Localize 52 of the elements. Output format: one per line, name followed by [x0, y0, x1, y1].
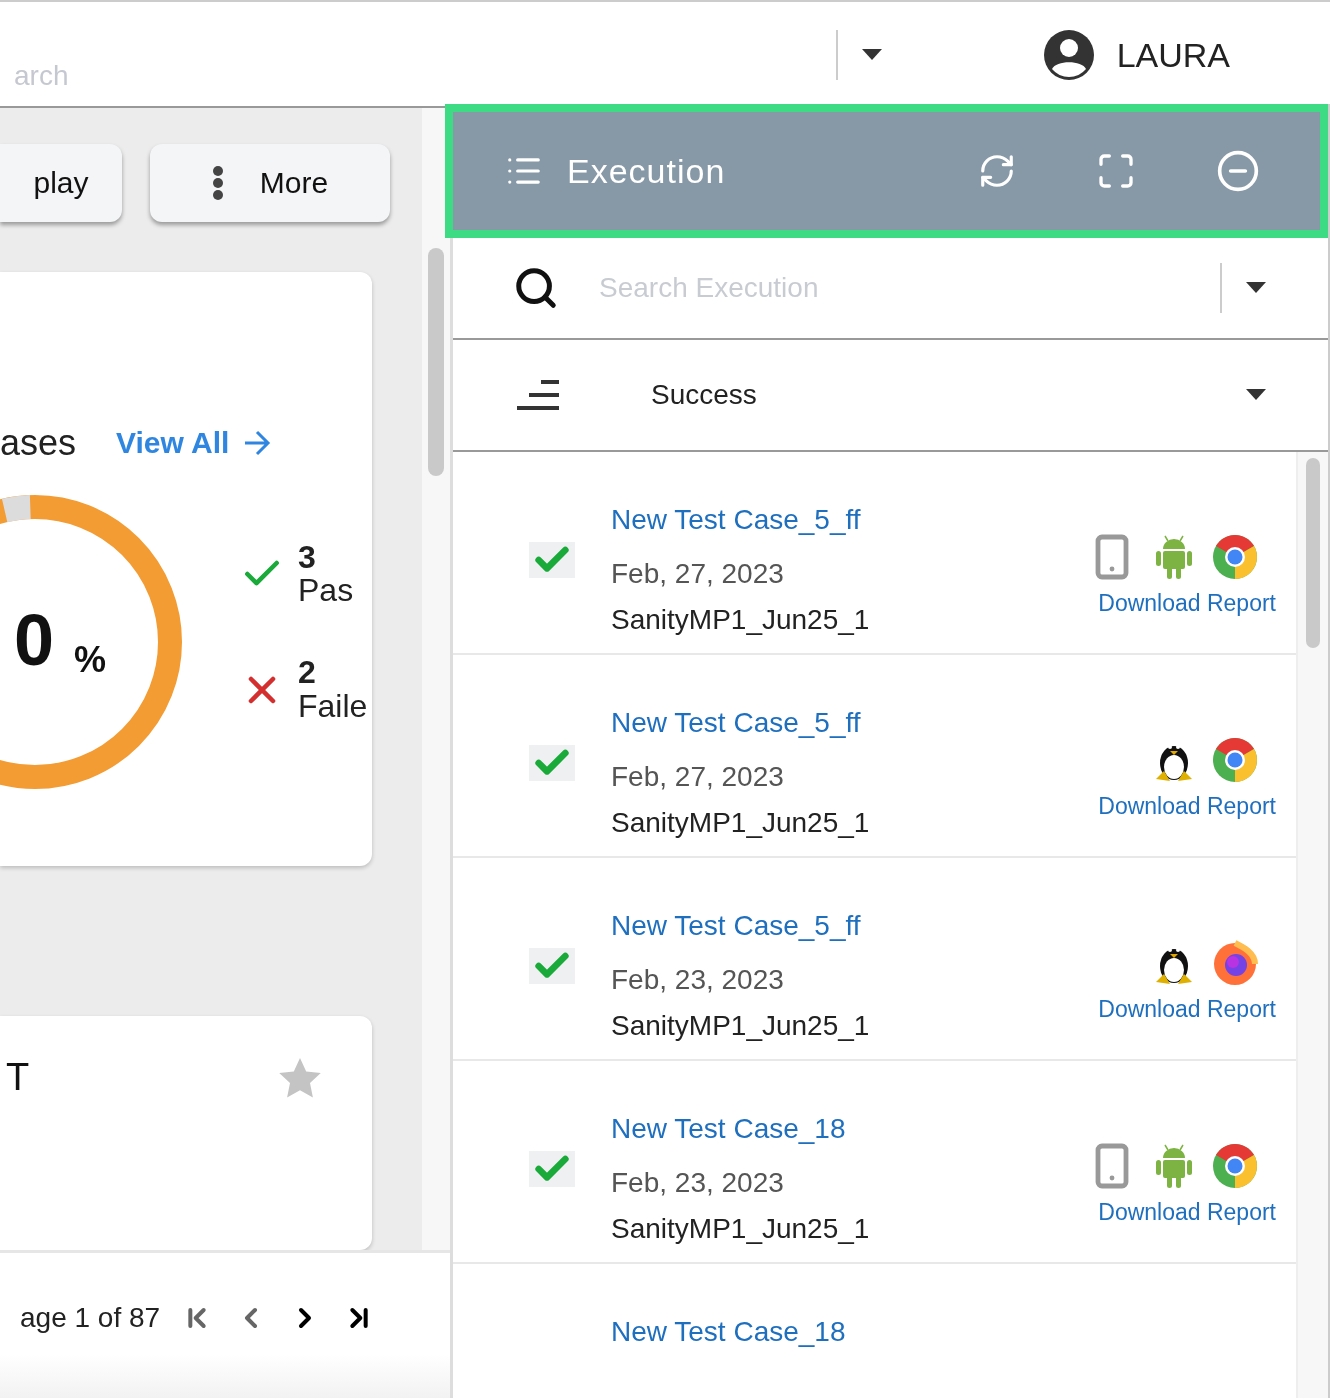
scrollbar-thumb[interactable] [428, 248, 444, 476]
legend-count: 2 [298, 656, 317, 690]
test-case-link[interactable]: New Test Case_5_ff [611, 500, 1088, 540]
arrow-right-icon [243, 430, 272, 456]
android-icon [1154, 534, 1194, 580]
sort-lines-icon [515, 380, 561, 410]
execution-date: Feb, 27, 2023 [611, 557, 785, 591]
android-icon [1154, 1143, 1194, 1189]
percentage-value: 0 [14, 604, 55, 676]
legend-count: 3 [298, 540, 317, 575]
refresh-button[interactable] [978, 152, 1016, 190]
download-report-link[interactable]: Download Report [1098, 793, 1276, 820]
user-avatar-icon[interactable] [1042, 29, 1095, 81]
execution-date: Feb, 27, 2023 [611, 760, 785, 794]
panel-title: Execution [567, 151, 727, 191]
test-case-link[interactable]: New Test Case_18 [611, 1109, 1088, 1149]
star-icon[interactable] [278, 1056, 322, 1099]
suite-name: SanityMP1_Jun25_1 [611, 806, 871, 840]
download-report-link[interactable]: Download Report [1098, 996, 1276, 1023]
legend-label: Faile [298, 689, 368, 724]
dropdown-caret-icon[interactable] [1246, 389, 1266, 401]
test-case-link[interactable]: New Test Case_18 [611, 1312, 1276, 1352]
more-button[interactable]: More [150, 144, 390, 222]
kebab-menu-icon [211, 165, 224, 201]
toolbar-button[interactable]: play [0, 144, 122, 222]
legend-label: Pas [298, 574, 354, 608]
expand-button[interactable] [1096, 151, 1136, 191]
scrollbar-thumb[interactable] [1306, 458, 1320, 648]
execution-date: Feb, 23, 2023 [611, 1166, 785, 1200]
download-report-link[interactable]: Download Report [1098, 1199, 1276, 1226]
execution-date: Feb, 23, 2023 [611, 963, 785, 997]
minimize-button[interactable] [1216, 149, 1260, 193]
percent-sign: % [74, 642, 106, 678]
test-case-link[interactable]: New Test Case_5_ff [611, 703, 1099, 743]
card-title: ases [0, 422, 77, 464]
search-icon [513, 265, 559, 311]
browser-logo-icon [1212, 737, 1258, 783]
view-all-link[interactable]: View All [116, 426, 272, 460]
dropdown-caret-icon[interactable] [862, 49, 882, 61]
browser-logo-icon [1212, 1143, 1258, 1189]
dropdown-caret-icon[interactable] [1246, 282, 1266, 294]
download-report-link[interactable]: Download Report [1098, 590, 1276, 617]
test-case-link[interactable]: New Test Case_5_ff [611, 906, 1099, 946]
user-name[interactable]: LAURA [1116, 35, 1230, 75]
browser-logo-icon [1212, 940, 1258, 986]
suite-name: SanityMP1_Jun25_1 [611, 603, 871, 637]
card-title: T [6, 1056, 30, 1100]
page-indicator: age 1 of 87 [20, 1301, 161, 1334]
browser-logo-icon [1212, 534, 1258, 580]
suite-name: SanityMP1_Jun25_1 [611, 1009, 871, 1043]
suite-name: SanityMP1_Jun25_1 [611, 1212, 871, 1246]
status-filter[interactable]: Success [651, 379, 1246, 411]
